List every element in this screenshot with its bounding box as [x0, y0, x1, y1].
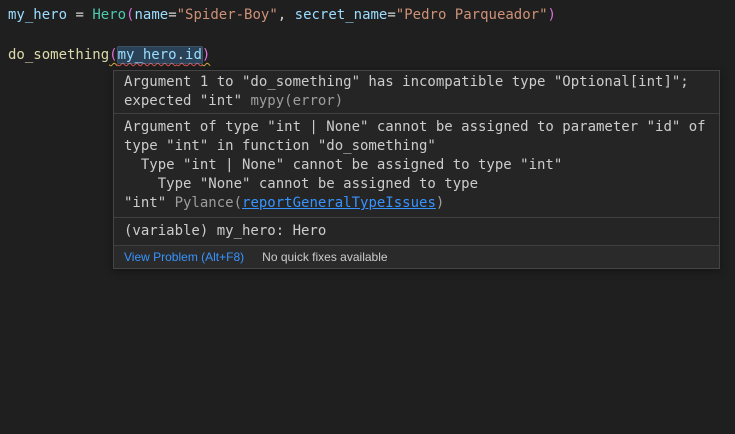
- pylance-diagnostic-line: type "int" in function "do_something": [124, 137, 709, 156]
- code-editor[interactable]: my_hero = Hero(name="Spider-Boy", secret…: [8, 5, 556, 65]
- code-line-3[interactable]: do_something(my_hero.id): [8, 45, 556, 65]
- token: .: [177, 47, 185, 63]
- token: =: [387, 7, 395, 23]
- token: =: [67, 7, 92, 23]
- token: Pylance(: [175, 195, 242, 211]
- error-hover-tooltip: Argument 1 to "do_something" has incompa…: [113, 70, 720, 269]
- token: Type "int | None" cannot be assigned to …: [124, 157, 562, 173]
- token: Argument of type "int | None" cannot be …: [124, 119, 706, 135]
- token: ): [202, 47, 210, 63]
- view-problem-link[interactable]: View Problem (Alt+F8): [124, 250, 244, 264]
- pylance-error-section: Argument of type "int | None" cannot be …: [114, 114, 719, 218]
- token: "Spider-Boy": [177, 7, 278, 23]
- token: "Pedro Parqueador": [396, 7, 548, 23]
- pylance-diagnostic-line: "int" Pylance(reportGeneralTypeIssues): [124, 194, 709, 213]
- mypy-error-section: Argument 1 to "do_something" has incompa…: [114, 71, 719, 114]
- token: (: [109, 47, 117, 63]
- token: mypy(error): [250, 93, 343, 109]
- token: my_hero: [118, 47, 177, 63]
- pylance-diagnostic-line: Type "None" cannot be assigned to type: [124, 175, 709, 194]
- pylance-diagnostic-line: Type "int | None" cannot be assigned to …: [124, 156, 709, 175]
- token: my_hero: [8, 7, 67, 23]
- mypy-diagnostic-line: expected "int" mypy(error): [124, 92, 709, 111]
- my-hero-id-highlight[interactable]: my_hero.id: [118, 47, 202, 63]
- token: id: [185, 47, 202, 63]
- token: Type "None" cannot be assigned to type: [124, 176, 478, 192]
- token: Hero: [92, 7, 126, 23]
- token: secret_name: [295, 7, 388, 23]
- token: name: [134, 7, 168, 23]
- code-line-1[interactable]: my_hero = Hero(name="Spider-Boy", secret…: [8, 5, 556, 25]
- no-quick-fixes-text: No quick fixes available: [262, 250, 387, 264]
- token: ): [436, 195, 444, 211]
- token: =: [168, 7, 176, 23]
- token: Argument 1 to "do_something" has incompa…: [124, 74, 689, 90]
- token: (variable) my_hero: Hero: [124, 223, 326, 239]
- pylance-diagnostic-line: Argument of type "int | None" cannot be …: [124, 118, 709, 137]
- token: ): [548, 7, 556, 23]
- token: type "int" in function "do_something": [124, 138, 436, 154]
- token: expected "int": [124, 93, 250, 109]
- variable-info-section: (variable) my_hero: Hero: [114, 218, 719, 246]
- token: do_something: [8, 47, 109, 63]
- code-line-2[interactable]: [8, 25, 556, 45]
- hover-status-bar: View Problem (Alt+F8) No quick fixes ava…: [114, 246, 719, 268]
- token: ,: [278, 7, 295, 23]
- report-general-type-issues-link[interactable]: reportGeneralTypeIssues: [242, 195, 436, 211]
- variable-info-line: (variable) my_hero: Hero: [124, 222, 709, 241]
- token: "int": [124, 195, 175, 211]
- mypy-diagnostic-line: Argument 1 to "do_something" has incompa…: [124, 73, 709, 92]
